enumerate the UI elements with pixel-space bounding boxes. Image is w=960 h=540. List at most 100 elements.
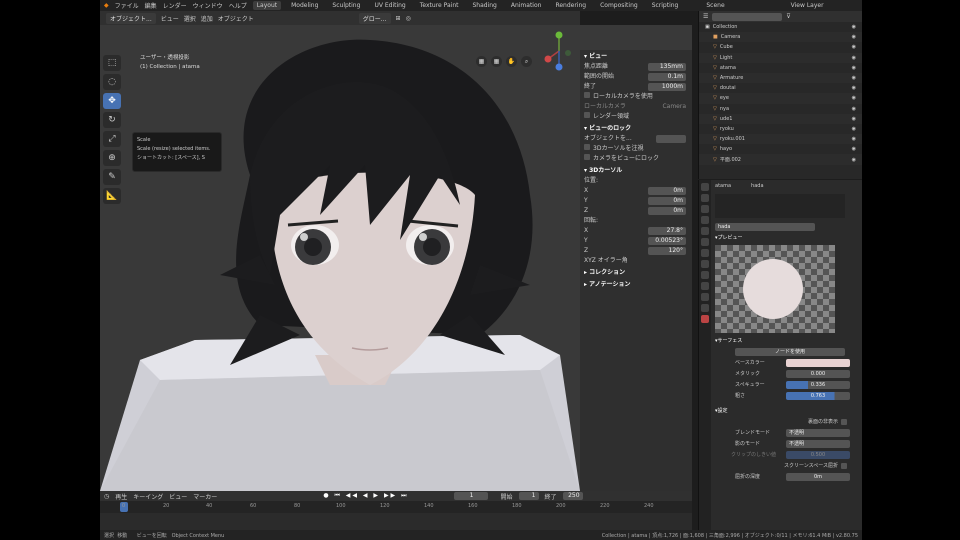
- start-frame-field[interactable]: 1: [518, 492, 539, 500]
- visibility-eye-icon[interactable]: ◉: [852, 75, 856, 81]
- timeline-type-icon[interactable]: ◷: [104, 493, 109, 500]
- menu-window[interactable]: ウィンドウ: [193, 1, 223, 10]
- snap-icon[interactable]: ⊞: [396, 15, 401, 22]
- tab-modeling[interactable]: Modeling: [287, 1, 322, 10]
- view-layer-selector[interactable]: View Layer: [791, 2, 824, 9]
- clip-start-field[interactable]: 0.1m: [648, 73, 686, 81]
- clip-end-field[interactable]: 1000m: [648, 83, 686, 91]
- tool-tab-icon[interactable]: [701, 183, 709, 191]
- material-tab-icon[interactable]: [701, 315, 709, 323]
- cursor-x-field[interactable]: 0m: [648, 187, 686, 195]
- outliner-item[interactable]: ▽ Armature ◉: [699, 72, 862, 84]
- outliner-item[interactable]: ▽ eye ◉: [699, 93, 862, 104]
- annotation-section-header[interactable]: ▸ アノテーション: [584, 280, 692, 290]
- outliner-item[interactable]: ▣ Collection ◉: [699, 22, 862, 32]
- mode-dropdown[interactable]: オブジェクト...: [106, 12, 156, 24]
- cursor-rot-z-field[interactable]: 120°: [648, 247, 686, 255]
- visibility-eye-icon[interactable]: ◉: [852, 136, 856, 142]
- outliner-search-input[interactable]: [712, 12, 783, 21]
- visibility-eye-icon[interactable]: ◉: [852, 34, 856, 40]
- menu-edit[interactable]: 編集: [145, 1, 157, 10]
- menu-keying[interactable]: キーイング: [133, 492, 163, 501]
- scene-tab-icon[interactable]: [701, 227, 709, 235]
- tab-compositing[interactable]: Compositing: [596, 1, 642, 10]
- blender-logo-icon[interactable]: ◆: [104, 2, 109, 9]
- outliner-item[interactable]: ▽ ryoku ◉: [699, 124, 862, 134]
- navigation-gizmo[interactable]: [542, 29, 576, 75]
- filter-icon[interactable]: ⊽: [786, 13, 790, 20]
- tab-uv-editing[interactable]: UV Editing: [370, 1, 409, 10]
- visibility-eye-icon[interactable]: ◉: [852, 95, 856, 101]
- render-region-checkbox[interactable]: [584, 112, 590, 118]
- menu-timeline-view[interactable]: ビュー: [169, 492, 187, 501]
- grid-icon[interactable]: ▦: [491, 56, 502, 67]
- proportional-edit-icon[interactable]: ◎: [406, 15, 411, 22]
- material-slot-list[interactable]: [715, 194, 845, 218]
- visibility-eye-icon[interactable]: ◉: [852, 146, 856, 152]
- outliner-item[interactable]: ▽ doutai ◉: [699, 83, 862, 93]
- outliner-item[interactable]: ▽ ryoku.001 ◉: [699, 134, 862, 145]
- tab-sculpting[interactable]: Sculpting: [328, 1, 364, 10]
- scale-tool-icon[interactable]: ⤢: [103, 131, 121, 147]
- specular-field[interactable]: 0.336: [786, 380, 850, 389]
- outliner-item[interactable]: ▽ Light ◉: [699, 52, 862, 63]
- transform-tool-icon[interactable]: ⊕: [103, 150, 121, 166]
- rotate-tool-icon[interactable]: ↻: [103, 112, 121, 128]
- select-tool-icon[interactable]: ⬚: [103, 55, 121, 71]
- lock-cursor-checkbox[interactable]: [584, 144, 590, 150]
- visibility-eye-icon[interactable]: ◉: [852, 55, 856, 61]
- view-section-header[interactable]: ▾ ビュー: [584, 52, 692, 62]
- rotation-mode-dropdown[interactable]: XYZ オイラー角: [584, 256, 628, 266]
- tab-texture-paint[interactable]: Texture Paint: [416, 1, 463, 10]
- menu-object[interactable]: オブジェクト: [218, 14, 254, 23]
- cursor-z-field[interactable]: 0m: [648, 207, 686, 215]
- tab-rendering[interactable]: Rendering: [551, 1, 590, 10]
- cursor-section-header[interactable]: ▾ 3Dカーソル: [584, 166, 692, 176]
- preview-header[interactable]: プレビュー: [718, 234, 743, 241]
- tab-scripting[interactable]: Scripting: [648, 1, 683, 10]
- visibility-eye-icon[interactable]: ◉: [852, 85, 856, 91]
- outliner-item[interactable]: ■ Camera ◉: [699, 32, 862, 43]
- local-camera-field[interactable]: Camera: [662, 102, 686, 112]
- visibility-eye-icon[interactable]: ◉: [852, 157, 856, 163]
- move-tool-icon[interactable]: ✥: [103, 93, 121, 109]
- camera-view-lock-checkbox[interactable]: [584, 154, 590, 160]
- roughness-field[interactable]: 0.763: [786, 391, 850, 400]
- timeline-ruler[interactable]: 0 20 40 60 80 100 120 140 160 180 200 22…: [100, 501, 692, 513]
- focal-length-field[interactable]: 135mm: [648, 63, 686, 71]
- cursor-rot-x-field[interactable]: 27.8°: [648, 227, 686, 235]
- measure-tool-icon[interactable]: 📐: [103, 188, 121, 204]
- screen-space-checkbox[interactable]: [841, 462, 847, 469]
- playback-controls[interactable]: ● ⏮ ◀◀ ◀ ▶ ▶▶ ⏭: [323, 492, 408, 500]
- settings-header[interactable]: 設定: [718, 407, 728, 414]
- cursor-rot-y-field[interactable]: 0.00523°: [648, 237, 686, 245]
- particles-tab-icon[interactable]: [701, 271, 709, 279]
- visibility-eye-icon[interactable]: ◉: [852, 106, 856, 112]
- menu-file[interactable]: ファイル: [115, 1, 139, 10]
- view-layer-tab-icon[interactable]: [701, 216, 709, 224]
- scene-selector[interactable]: Scene: [706, 2, 724, 9]
- collection-section-header[interactable]: ▸ コレクション: [584, 268, 692, 278]
- refraction-depth-field[interactable]: 0m: [786, 472, 850, 481]
- tab-layout[interactable]: Layout: [252, 1, 282, 10]
- world-tab-icon[interactable]: [701, 238, 709, 246]
- outliner-item[interactable]: ▽ nya ◉: [699, 104, 862, 114]
- menu-view[interactable]: ビュー: [161, 14, 179, 23]
- outliner-item[interactable]: ▽ atama ◉: [699, 63, 862, 73]
- object-tab-icon[interactable]: [701, 249, 709, 257]
- output-tab-icon[interactable]: [701, 205, 709, 213]
- use-nodes-button[interactable]: ノードを使用: [735, 347, 845, 356]
- outliner-type-icon[interactable]: ☰: [703, 13, 708, 20]
- outliner-item[interactable]: ▽ 平面.002 ◉: [699, 154, 862, 165]
- visibility-eye-icon[interactable]: ◉: [852, 116, 856, 122]
- outliner-item[interactable]: ▽ ude1 ◉: [699, 113, 862, 124]
- physics-tab-icon[interactable]: [701, 282, 709, 290]
- cursor-y-field[interactable]: 0m: [648, 197, 686, 205]
- camera-view-icon[interactable]: ▦: [476, 56, 487, 67]
- metallic-field[interactable]: 0.000: [786, 369, 850, 378]
- tab-shading[interactable]: Shading: [468, 1, 500, 10]
- clip-threshold-field[interactable]: 0.500: [786, 450, 850, 459]
- menu-render[interactable]: レンダー: [163, 1, 187, 10]
- zoom-icon[interactable]: ⌕: [521, 56, 532, 67]
- backface-checkbox[interactable]: [841, 418, 847, 425]
